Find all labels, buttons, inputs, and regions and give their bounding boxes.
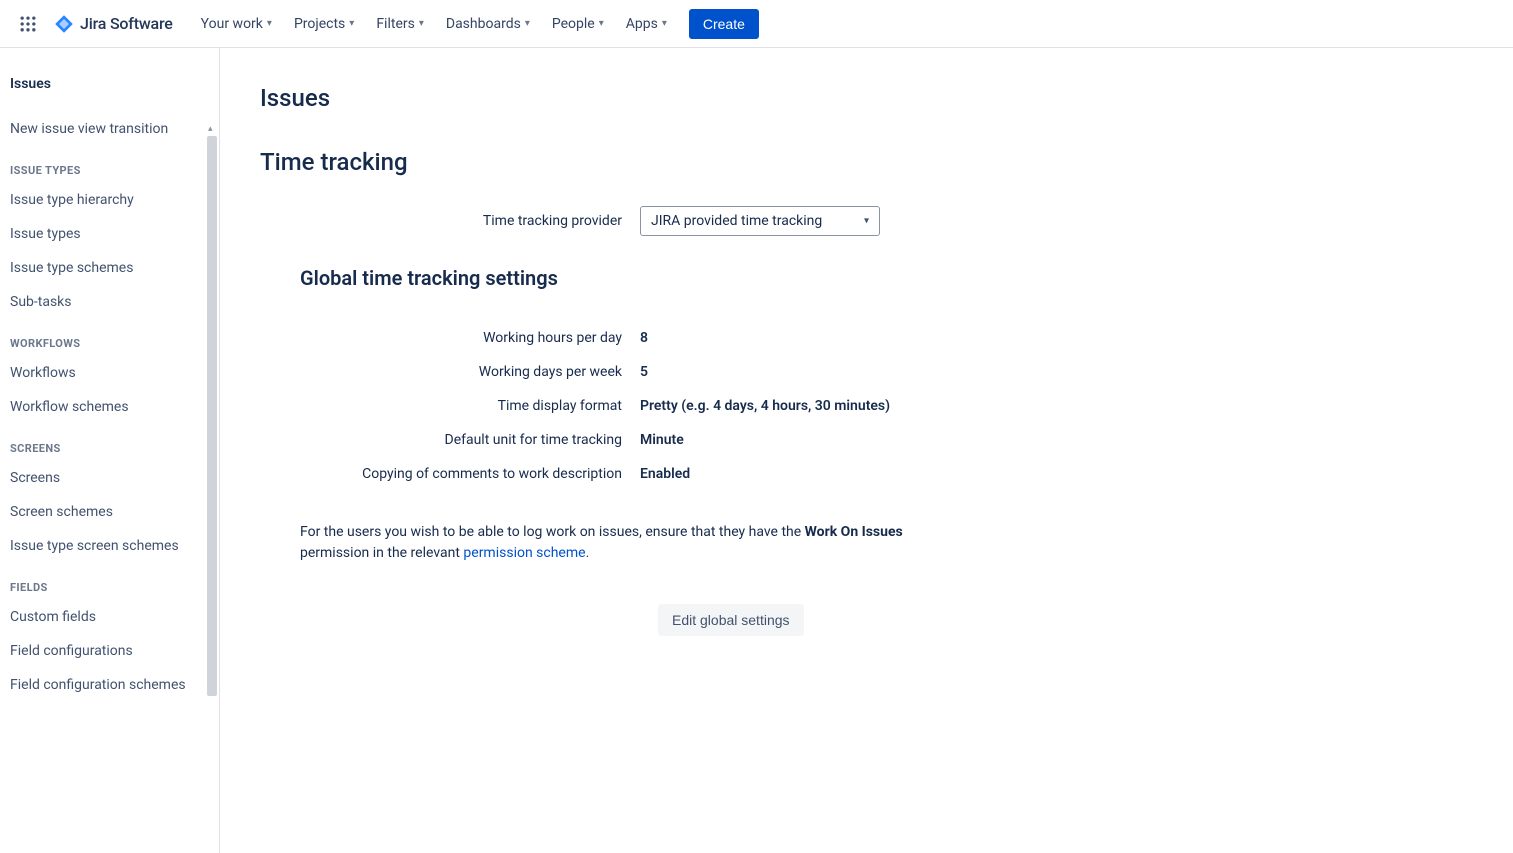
chevron-down-icon: ▾ — [349, 18, 354, 29]
row-default-unit: Default unit for time tracking Minute — [260, 432, 1473, 448]
jira-logo[interactable]: Jira Software — [48, 14, 179, 34]
sidebar: Issues New issue view transition ISSUE T… — [0, 48, 220, 853]
edit-global-settings-button[interactable]: Edit global settings — [658, 604, 804, 636]
chevron-down-icon: ▾ — [419, 18, 424, 29]
sidebar-title: Issues — [0, 76, 215, 112]
sidebar-item-new-issue-view[interactable]: New issue view transition — [0, 112, 215, 146]
row-provider: Time tracking provider JIRA provided tim… — [260, 206, 1473, 236]
sidebar-item-custom-fields[interactable]: Custom fields — [0, 600, 215, 634]
sidebar-heading-workflows: WORKFLOWS — [0, 319, 215, 356]
jira-logo-icon — [54, 14, 74, 34]
sidebar-item-issue-type-screen-schemes[interactable]: Issue type screen schemes — [0, 529, 215, 563]
nav-label: Your work — [201, 16, 263, 32]
label-hours-per-day: Working hours per day — [260, 330, 640, 346]
main-content: Issues Time tracking Time tracking provi… — [220, 48, 1513, 853]
nav-filters[interactable]: Filters ▾ — [366, 10, 434, 38]
note-text-mid: permission in the relevant — [300, 545, 463, 561]
chevron-down-icon: ▾ — [267, 18, 272, 29]
row-days-per-week: Working days per week 5 — [260, 364, 1473, 380]
nav-label: Filters — [376, 16, 415, 32]
label-provider: Time tracking provider — [260, 213, 640, 229]
note-text-pre: For the users you wish to be able to log… — [300, 524, 805, 540]
sidebar-item-sub-tasks[interactable]: Sub-tasks — [0, 285, 215, 319]
label-days-per-week: Working days per week — [260, 364, 640, 380]
sidebar-item-screens[interactable]: Screens — [0, 461, 215, 495]
select-time-tracking-provider[interactable]: JIRA provided time tracking ▾ — [640, 206, 880, 236]
nav-apps[interactable]: Apps ▾ — [616, 10, 677, 38]
nav-dashboards[interactable]: Dashboards ▾ — [436, 10, 540, 38]
sidebar-item-issue-types[interactable]: Issue types — [0, 217, 215, 251]
sidebar-heading-screens: SCREENS — [0, 424, 215, 461]
sidebar-item-field-configurations[interactable]: Field configurations — [0, 634, 215, 668]
page-title: Issues — [260, 84, 1473, 112]
nav-projects[interactable]: Projects ▾ — [284, 10, 364, 38]
value-hours-per-day: 8 — [640, 330, 648, 346]
caret-down-icon: ▾ — [864, 216, 869, 227]
create-button[interactable]: Create — [689, 9, 759, 39]
note-text-post: . — [586, 545, 590, 561]
value-default-unit: Minute — [640, 432, 684, 448]
jira-logo-text: Jira Software — [80, 14, 173, 33]
row-copy-comments: Copying of comments to work description … — [260, 466, 1473, 482]
nav-label: Apps — [626, 16, 658, 32]
select-value: JIRA provided time tracking — [651, 213, 822, 229]
nav-label: People — [552, 16, 595, 32]
sidebar-heading-fields: FIELDS — [0, 563, 215, 600]
section-title-time-tracking: Time tracking — [260, 148, 1473, 176]
sidebar-scrollbar[interactable]: ▴ — [205, 136, 219, 853]
row-display-format: Time display format Pretty (e.g. 4 days,… — [260, 398, 1473, 414]
nav-items: Your work ▾ Projects ▾ Filters ▾ Dashboa… — [191, 9, 759, 39]
value-display-format: Pretty (e.g. 4 days, 4 hours, 30 minutes… — [640, 398, 890, 414]
top-nav: Jira Software Your work ▾ Projects ▾ Fil… — [0, 0, 1513, 48]
sidebar-item-workflows[interactable]: Workflows — [0, 356, 215, 390]
chevron-down-icon: ▾ — [525, 18, 530, 29]
nav-your-work[interactable]: Your work ▾ — [191, 10, 282, 38]
label-display-format: Time display format — [260, 398, 640, 414]
nav-people[interactable]: People ▾ — [542, 10, 614, 38]
chevron-down-icon: ▾ — [662, 18, 667, 29]
sidebar-item-issue-type-hierarchy[interactable]: Issue type hierarchy — [0, 183, 215, 217]
note-strong: Work On Issues — [805, 524, 903, 540]
scroll-up-arrow-icon[interactable]: ▴ — [208, 124, 213, 134]
subheading-global-settings: Global time tracking settings — [300, 266, 1473, 290]
sidebar-item-issue-type-schemes[interactable]: Issue type schemes — [0, 251, 215, 285]
value-copy-comments: Enabled — [640, 466, 690, 482]
label-default-unit: Default unit for time tracking — [260, 432, 640, 448]
link-permission-scheme[interactable]: permission scheme — [463, 545, 585, 561]
nav-label: Dashboards — [446, 16, 521, 32]
sidebar-heading-issue-types: ISSUE TYPES — [0, 146, 215, 183]
sidebar-scroll-thumb[interactable] — [207, 136, 217, 696]
value-days-per-week: 5 — [640, 364, 648, 380]
row-hours-per-day: Working hours per day 8 — [260, 330, 1473, 346]
sidebar-item-workflow-schemes[interactable]: Workflow schemes — [0, 390, 215, 424]
chevron-down-icon: ▾ — [599, 18, 604, 29]
label-copy-comments: Copying of comments to work description — [260, 466, 640, 482]
sidebar-item-field-configuration-schemes[interactable]: Field configuration schemes — [0, 668, 215, 702]
app-switcher-icon[interactable] — [12, 8, 44, 40]
permission-note: For the users you wish to be able to log… — [260, 522, 970, 564]
nav-label: Projects — [294, 16, 345, 32]
sidebar-item-screen-schemes[interactable]: Screen schemes — [0, 495, 215, 529]
